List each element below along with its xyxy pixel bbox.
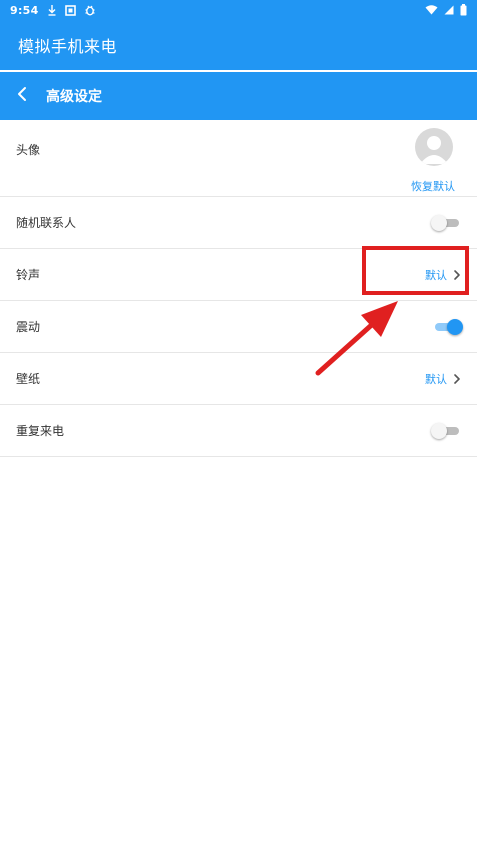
chevron-left-icon xyxy=(16,86,28,106)
wifi-icon xyxy=(425,3,438,17)
restore-default-link[interactable]: 恢复默认 xyxy=(411,178,455,194)
setting-row-avatar: 头像 恢复默认 xyxy=(0,121,477,197)
annotation-highlight-box xyxy=(362,246,469,295)
wallpaper-value[interactable]: 默认 xyxy=(425,371,447,387)
ringtone-label: 铃声 xyxy=(16,268,41,282)
screen: 9:54 模拟手机来电 高级设定 头像 恢复默认 随机联系人 铃声 默认 震动 … xyxy=(0,0,477,849)
setting-row-repeat-call: 重复来电 xyxy=(0,405,477,457)
setting-row-vibration: 震动 xyxy=(0,301,477,353)
toggle-knob xyxy=(431,422,447,439)
wallpaper-label: 壁纸 xyxy=(16,372,41,386)
app-bar: 模拟手机来电 xyxy=(0,20,477,70)
bug-icon xyxy=(84,3,96,17)
avatar-label: 头像 xyxy=(16,143,41,157)
vibration-label: 震动 xyxy=(16,320,41,334)
random-contact-toggle[interactable] xyxy=(431,214,461,231)
random-contact-label: 随机联系人 xyxy=(16,216,77,230)
sub-title-wrap: 高级设定 xyxy=(46,86,102,106)
wallpaper-right: 默认 xyxy=(425,371,461,387)
vibration-right xyxy=(433,318,463,335)
back-button[interactable] xyxy=(0,72,44,120)
avatar[interactable] xyxy=(415,128,453,166)
avatar-placeholder-icon xyxy=(420,136,448,164)
status-time: 9:54 xyxy=(10,3,39,17)
avatar-wrap xyxy=(415,128,453,166)
notification-square-icon xyxy=(64,3,76,17)
repeat-call-right xyxy=(431,422,461,439)
sub-header: 高级设定 xyxy=(0,72,477,120)
setting-row-wallpaper[interactable]: 壁纸 默认 xyxy=(0,353,477,405)
battery-icon xyxy=(460,3,467,17)
toggle-knob xyxy=(447,318,463,335)
repeat-call-label: 重复来电 xyxy=(16,424,65,438)
app-title: 模拟手机来电 xyxy=(18,37,118,56)
download-icon xyxy=(47,3,57,17)
cellular-signal-icon xyxy=(444,3,454,17)
page-title: 高级设定 xyxy=(46,89,102,105)
random-contact-right xyxy=(431,214,461,231)
repeat-call-toggle[interactable] xyxy=(431,422,461,439)
toggle-knob xyxy=(431,214,447,231)
setting-row-random-contact: 随机联系人 xyxy=(0,197,477,249)
chevron-right-icon xyxy=(453,373,461,385)
status-left: 9:54 xyxy=(10,3,96,17)
status-right xyxy=(425,3,467,17)
status-bar: 9:54 xyxy=(0,0,477,20)
vibration-toggle[interactable] xyxy=(433,318,463,335)
